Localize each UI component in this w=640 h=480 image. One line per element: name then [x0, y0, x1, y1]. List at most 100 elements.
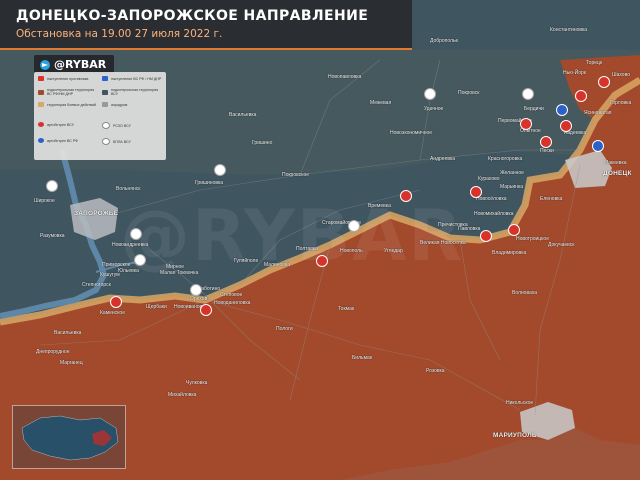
place-label: Каменское — [100, 310, 125, 316]
place-label: Чулковка — [186, 380, 208, 386]
map-subtitle: Обстановка на 19.00 27 июля 2022 г. — [16, 28, 223, 40]
city-label-mariupol: МАРИУПОЛЬ — [493, 432, 537, 439]
place-label: Курахово — [478, 176, 500, 182]
place-label: Мирное — [166, 264, 185, 270]
artillery-icon — [38, 122, 44, 127]
place-label: Степногорск — [82, 282, 111, 288]
place-label: Никольское — [506, 400, 534, 406]
place-label: Пречистовка — [438, 222, 468, 228]
brand-name: @RYBAR — [54, 58, 107, 71]
place-label: Новоданиловка — [214, 300, 251, 306]
mlrs-marker — [424, 88, 436, 100]
legend-item: наступление противника — [38, 76, 100, 81]
enemy-shelling-marker — [480, 230, 492, 242]
place-label: Межевая — [370, 100, 392, 106]
place-label: Владимировка — [492, 250, 527, 256]
place-label: Гуляйполе — [234, 258, 259, 264]
place-label: Волноваха — [512, 290, 538, 296]
legend-item: БПЛА ВСУ — [102, 138, 164, 145]
place-label: Андреевка — [430, 156, 456, 162]
place-label: Покровск — [458, 90, 480, 96]
mlrs-marker — [190, 284, 202, 296]
enemy-shelling-marker — [540, 136, 552, 148]
place-label: Васильевка — [229, 112, 257, 118]
place-label: Великая Новоселка — [420, 240, 466, 246]
mlrs-marker — [214, 164, 226, 176]
russian-shelling-marker — [592, 140, 604, 152]
place-label: Новоэкономичное — [390, 130, 433, 136]
place-label: Бильмак — [352, 355, 373, 361]
airfield-icon — [102, 102, 108, 107]
place-label: Угледар — [384, 248, 403, 254]
place-label: Гришино — [252, 140, 273, 146]
place-label: Степовое — [220, 292, 243, 298]
legend-swatch — [102, 76, 108, 81]
place-label: Вольнянск — [116, 186, 141, 192]
enemy-shelling-marker — [575, 90, 587, 102]
place-label: Гришиновка — [195, 180, 224, 186]
mlrs-icon — [102, 122, 110, 129]
place-label: Макеевка — [604, 160, 627, 166]
artillery-icon — [38, 138, 44, 143]
legend-item: РСЗО ВСУ — [102, 122, 164, 129]
place-label: Розовка — [426, 368, 445, 374]
legend-swatch — [38, 76, 44, 81]
place-label: Нью-Йорк — [563, 70, 586, 76]
map-stage: @RYBAR ДОНЕЦК ЗАПОРОЖЬЕ МАРИУПОЛЬ Доброп… — [0, 0, 640, 480]
map-title: ДОНЕЦКО-ЗАПОРОЖСКОЕ НАПРАВЛЕНИЕ — [16, 8, 369, 24]
place-label: Широкое — [34, 198, 55, 204]
legend-swatch — [38, 89, 44, 95]
legend-swatch — [38, 102, 44, 107]
place-label: Днепрорудное — [36, 349, 70, 355]
legend-item: подконтрольная территория ВС РФ/НМ ДНР — [38, 88, 100, 96]
enemy-shelling-marker — [316, 255, 328, 267]
inset-frame — [12, 405, 126, 469]
place-label: Еленовка — [540, 196, 563, 202]
place-label: Щербаки — [146, 304, 167, 310]
place-label: Малиновка — [264, 262, 290, 268]
mlrs-marker — [134, 254, 146, 266]
legend-item: наступление ВС РФ / НМ ДНР — [102, 76, 164, 81]
place-label: Юльевка — [118, 268, 139, 274]
place-label: Малая Токмачка — [160, 270, 199, 276]
legend-item: артобстрел ВС РФ — [38, 138, 100, 143]
place-label: Марганец — [60, 360, 83, 366]
place-label: Полтавка — [296, 246, 318, 252]
place-label: Удачное — [424, 106, 444, 112]
legend-item: территория боевых действий — [38, 102, 100, 107]
enemy-shelling-marker — [110, 296, 122, 308]
legend-item: аэродром — [102, 102, 164, 107]
mlrs-marker — [130, 228, 142, 240]
place-label: Бердичи — [524, 106, 544, 112]
enemy-shelling-marker — [520, 118, 532, 130]
mlrs-marker — [522, 88, 534, 100]
place-label: Новотроицкое — [516, 236, 549, 242]
place-label: Доброполье — [430, 38, 459, 44]
city-label-donetsk: ДОНЕЦК — [603, 170, 632, 177]
legend-box: наступление противника наступление ВС РФ… — [34, 72, 166, 160]
place-label: Токмак — [338, 306, 355, 312]
city-label-zaporozhye: ЗАПОРОЖЬЕ — [74, 210, 119, 217]
place-label: Желанное — [500, 170, 524, 176]
place-label: Шахово — [612, 72, 630, 78]
drone-icon — [102, 138, 110, 145]
place-label: Пологи — [276, 326, 293, 332]
place-label: Константиновка — [550, 27, 588, 33]
header-banner: ДОНЕЦКО-ЗАПОРОЖСКОЕ НАПРАВЛЕНИЕ Обстанов… — [0, 0, 412, 50]
mlrs-marker — [348, 220, 360, 232]
place-label: Разумовка — [40, 233, 65, 239]
place-label: Новомихайловка — [474, 211, 514, 217]
enemy-shelling-marker — [470, 186, 482, 198]
enemy-shelling-marker — [598, 76, 610, 88]
place-label: Кушугум — [100, 272, 120, 278]
mlrs-marker — [46, 180, 58, 192]
place-label: Новосёловка — [476, 196, 507, 202]
legend-swatch — [102, 89, 108, 95]
enemy-shelling-marker — [560, 120, 572, 132]
place-label: Времевка — [368, 203, 391, 209]
enemy-shelling-marker — [400, 190, 412, 202]
place-label: Новополь — [340, 248, 363, 254]
place-label: Орехов — [190, 296, 208, 302]
place-label: Горловка — [610, 100, 632, 106]
place-label: Красногоровка — [488, 156, 523, 162]
